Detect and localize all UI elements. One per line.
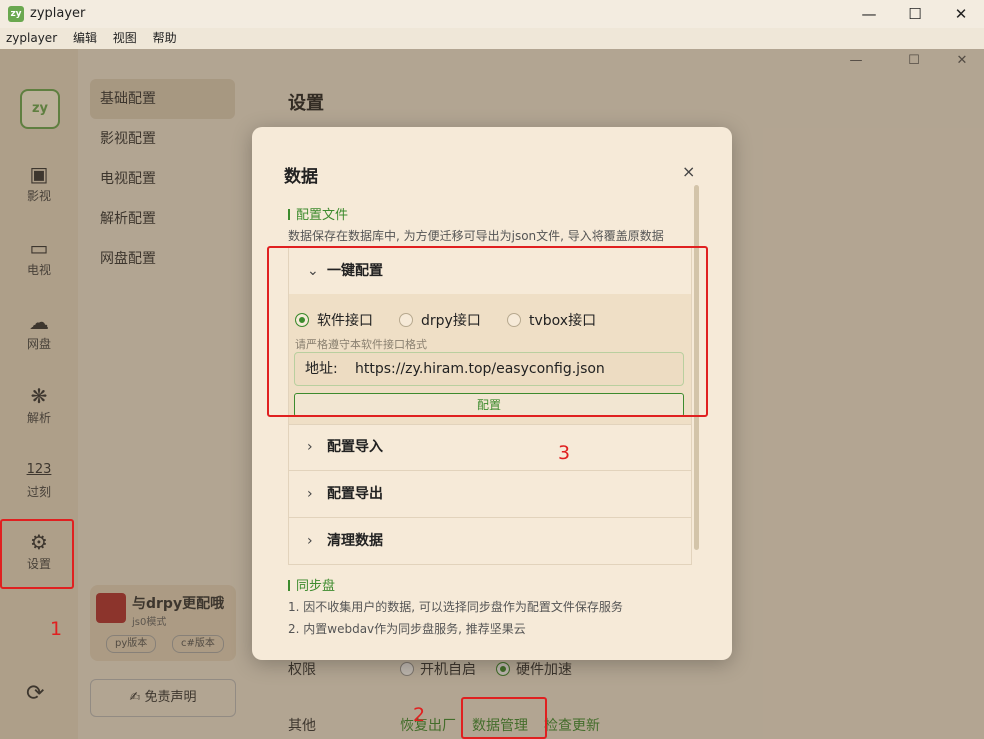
section-config-file-title: 配置文件 bbox=[288, 204, 348, 223]
maximize-button[interactable]: ☐ bbox=[892, 0, 938, 28]
close-icon[interactable]: × bbox=[682, 162, 695, 181]
annotation-number-2: 2 bbox=[413, 704, 426, 726]
annotation-number-1: 1 bbox=[50, 618, 63, 640]
minimize-button[interactable]: — bbox=[846, 0, 892, 28]
collapse-export-header[interactable]: › 配置导出 bbox=[289, 471, 691, 518]
chevron-right-icon: › bbox=[307, 439, 313, 455]
close-button[interactable]: ✕ bbox=[938, 0, 984, 28]
menu-zyplayer[interactable]: zyplayer bbox=[6, 28, 57, 49]
sync-desc-line2: 2. 内置webdav作为同步盘服务, 推荐坚果云 bbox=[288, 622, 526, 636]
chevron-right-icon: › bbox=[307, 486, 313, 502]
menu-edit[interactable]: 编辑 bbox=[73, 28, 97, 49]
annotation-number-3: 3 bbox=[558, 442, 571, 464]
window-title: zyplayer bbox=[30, 6, 86, 21]
collapse-clear-header[interactable]: › 清理数据 bbox=[289, 518, 691, 564]
menu-bar: zyplayer 编辑 视图 帮助 bbox=[0, 28, 984, 49]
annotation-box-data-management bbox=[461, 697, 547, 739]
sync-desc-line1: 1. 因不收集用户的数据, 可以选择同步盘作为配置文件保存服务 bbox=[288, 600, 623, 614]
menu-help[interactable]: 帮助 bbox=[153, 28, 177, 49]
window-titlebar: zy zyplayer — ☐ ✕ bbox=[0, 0, 984, 28]
menu-view[interactable]: 视图 bbox=[113, 28, 137, 49]
dialog-title: 数据 bbox=[284, 167, 318, 187]
annotation-box-settings bbox=[0, 519, 74, 589]
section-config-file-desc: 数据保存在数据库中, 为方便迁移可导出为json文件, 导入将覆盖原数据 bbox=[288, 229, 664, 243]
annotation-box-oneclick bbox=[267, 246, 708, 417]
app-icon: zy bbox=[8, 6, 24, 22]
chevron-right-icon: › bbox=[307, 533, 313, 549]
section-sync-title: 同步盘 bbox=[288, 575, 335, 594]
collapse-import-header[interactable]: › 配置导入 bbox=[289, 424, 691, 471]
